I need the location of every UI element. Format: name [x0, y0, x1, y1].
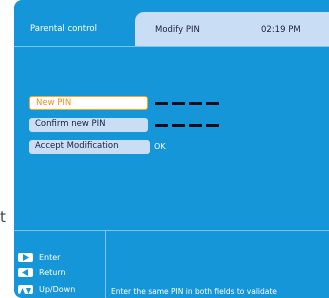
confirm-pin-entry[interactable] [155, 124, 219, 127]
footer-column-divider [105, 230, 106, 298]
tab-parental-control[interactable]: Parental control [24, 12, 134, 46]
pin-digit-slot [189, 102, 202, 105]
help-text: Enter the same PIN in both fields to val… [111, 287, 277, 296]
pin-digit-slot [189, 124, 202, 127]
key-hint-label: Up/Down [39, 285, 76, 294]
tv-menu-screen: Parental control Modify PIN 02:19 PM New… [14, 0, 329, 298]
tab-bar: Parental control Modify PIN 02:19 PM [24, 12, 329, 46]
pin-digit-slot [155, 102, 168, 105]
clock: 02:19 PM [261, 25, 301, 35]
pin-digit-slot [172, 102, 185, 105]
new-pin-entry[interactable] [155, 102, 219, 105]
key-hint-up-down: Up/Down [18, 284, 75, 295]
footer-divider [14, 230, 329, 231]
confirm-pin-field[interactable]: Confirm new PIN [29, 118, 148, 132]
pin-digit-slot [155, 124, 168, 127]
new-pin-field[interactable]: New PIN [29, 96, 148, 110]
background-text-fragment: t [0, 208, 6, 226]
pin-digit-slot [206, 102, 219, 105]
pin-digit-slot [172, 124, 185, 127]
left-arrow-icon [18, 268, 33, 277]
right-arrow-icon [18, 253, 33, 262]
key-hint-label: Enter [39, 253, 61, 262]
accept-modification-button[interactable]: Accept Modification [29, 140, 150, 154]
header-panel: Modify PIN 02:19 PM [135, 12, 329, 46]
key-hint-enter: Enter [18, 252, 60, 263]
key-hint-return: Return [18, 267, 66, 278]
key-hint-label: Return [39, 268, 66, 277]
page-title: Modify PIN [155, 25, 200, 35]
screenshot-stage: t Parental control Modify PIN 02:19 PM N… [0, 0, 329, 298]
accept-status: OK [154, 142, 166, 151]
footer: Enter Return Up/Down Enter the same PIN … [14, 230, 329, 298]
content-divider [14, 46, 329, 47]
pin-digit-slot [206, 124, 219, 127]
up-down-arrow-icon [18, 285, 33, 294]
